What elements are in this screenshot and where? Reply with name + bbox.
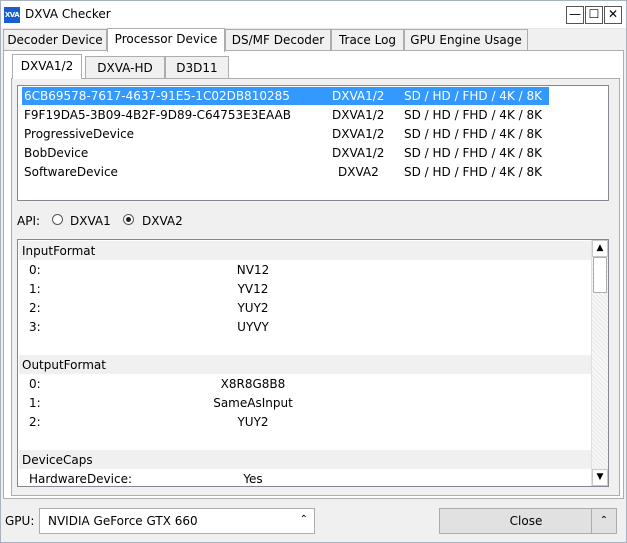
prop-value: NV12: [236, 263, 270, 277]
prop-value: UYVY: [237, 320, 269, 334]
device-api: DXVA1/2: [332, 146, 385, 160]
table-row[interactable]: 1: YV12: [18, 279, 593, 298]
device-resolutions: SD / HD / FHD / 4K / 8K: [404, 89, 542, 103]
property-list[interactable]: InputFormat 0: NV12 1: YV12 2: YUY2 3: U…: [17, 239, 609, 487]
gpu-label: GPU:: [5, 514, 35, 528]
group-header-output-format[interactable]: OutputFormat: [19, 355, 593, 374]
table-row[interactable]: 2: YUY2: [18, 298, 593, 317]
tab-gpu-engine-usage[interactable]: GPU Engine Usage: [404, 29, 528, 51]
device-name: ProgressiveDevice: [24, 127, 135, 141]
prop-key: 2:: [29, 415, 41, 429]
prop-key: 3:: [29, 320, 41, 334]
table-row[interactable]: 3: UYVY: [18, 317, 593, 336]
subtab-dxva12[interactable]: DXVA1/2: [12, 54, 82, 79]
title-bar[interactable]: XVA DXVA Checker — ☐ ✕: [1, 1, 626, 29]
device-resolutions: SD / HD / FHD / 4K / 8K: [404, 165, 542, 179]
maximize-button[interactable]: ☐: [585, 6, 603, 24]
window-title: DXVA Checker: [25, 7, 111, 21]
scroll-down-icon[interactable]: ▼: [592, 469, 608, 486]
minimize-button[interactable]: —: [566, 6, 584, 24]
app-window: XVA DXVA Checker — ☐ ✕ Decoder Device Pr…: [0, 0, 627, 543]
group-header-input-format[interactable]: InputFormat: [19, 241, 593, 260]
list-item[interactable]: F9F19DA5-3B09-4B2F-9D89-C64753E3EAAB DXV…: [22, 106, 602, 124]
table-row[interactable]: 1: SameAsInput: [18, 393, 593, 412]
group-header-device-caps[interactable]: DeviceCaps: [19, 450, 593, 469]
table-row[interactable]: 2: YUY2: [18, 412, 593, 431]
device-resolutions: SD / HD / FHD / 4K / 8K: [404, 108, 542, 122]
prop-key: HardwareDevice:: [29, 472, 133, 486]
list-item[interactable]: ProgressiveDevice DXVA1/2 SD / HD / FHD …: [22, 125, 602, 143]
collapse-button[interactable]: ⌃: [591, 508, 617, 534]
gpu-select-value: NVIDIA GeForce GTX 660: [48, 514, 198, 528]
table-row[interactable]: 0: X8R8G8B8: [18, 374, 593, 393]
radio-dxva1[interactable]: [52, 214, 63, 225]
vertical-scrollbar[interactable]: ▲ ▼: [591, 240, 608, 486]
radio-dxva2[interactable]: [123, 214, 134, 225]
device-api: DXVA2: [338, 165, 379, 179]
tab-processor-device[interactable]: Processor Device: [107, 28, 225, 52]
app-logo-icon: XVA: [4, 7, 20, 23]
device-name: BobDevice: [24, 146, 89, 160]
table-row[interactable]: HardwareDevice: Yes: [18, 469, 593, 486]
tab-trace-log[interactable]: Trace Log: [331, 29, 404, 51]
list-item[interactable]: SoftwareDevice DXVA2 SD / HD / FHD / 4K …: [22, 163, 602, 181]
prop-key: 1:: [29, 396, 41, 410]
close-window-button[interactable]: ✕: [604, 6, 622, 24]
device-list[interactable]: 6CB69578-7617-4637-91E5-1C02DB810285 DXV…: [17, 85, 609, 201]
device-api: DXVA1/2: [332, 108, 385, 122]
prop-value: Yes: [243, 472, 263, 486]
scroll-thumb[interactable]: [593, 257, 607, 293]
gpu-select[interactable]: NVIDIA GeForce GTX 660 ⌃: [39, 508, 315, 534]
prop-key: 0:: [29, 377, 41, 391]
prop-value: X8R8G8B8: [220, 377, 286, 391]
close-button[interactable]: Close: [439, 508, 613, 534]
prop-key: 2:: [29, 301, 41, 315]
device-name: F9F19DA5-3B09-4B2F-9D89-C64753E3EAAB: [24, 108, 291, 122]
prop-value: SameAsInput: [213, 396, 293, 410]
tab-ds-mf-decoder[interactable]: DS/MF Decoder: [225, 29, 331, 51]
device-name: SoftwareDevice: [24, 165, 118, 179]
main-tab-strip: Decoder Device Processor Device DS/MF De…: [1, 28, 626, 52]
prop-key: 1:: [29, 282, 41, 296]
api-label: API:: [17, 214, 41, 228]
prop-value: YUY2: [237, 415, 269, 429]
subtab-dxva-hd[interactable]: DXVA-HD: [85, 56, 165, 78]
radio-dxva2-label[interactable]: DXVA2: [142, 214, 183, 228]
tab-decoder-device[interactable]: Decoder Device: [3, 29, 107, 51]
chevron-up-icon: ⌃: [299, 514, 308, 525]
device-api: DXVA1/2: [332, 89, 385, 103]
radio-dxva1-label[interactable]: DXVA1: [70, 214, 111, 228]
device-resolutions: SD / HD / FHD / 4K / 8K: [404, 146, 542, 160]
device-resolutions: SD / HD / FHD / 4K / 8K: [404, 127, 542, 141]
list-item[interactable]: BobDevice DXVA1/2 SD / HD / FHD / 4K / 8…: [22, 144, 602, 162]
prop-key: 0:: [29, 263, 41, 277]
subtab-d3d11[interactable]: D3D11: [165, 56, 229, 78]
device-api: DXVA1/2: [332, 127, 385, 141]
prop-value: YUY2: [237, 301, 269, 315]
table-row[interactable]: 0: NV12: [18, 260, 593, 279]
device-name: 6CB69578-7617-4637-91E5-1C02DB810285: [24, 89, 290, 103]
list-item[interactable]: 6CB69578-7617-4637-91E5-1C02DB810285 DXV…: [22, 87, 602, 105]
prop-value: YV12: [237, 282, 269, 296]
scroll-up-icon[interactable]: ▲: [592, 240, 608, 257]
